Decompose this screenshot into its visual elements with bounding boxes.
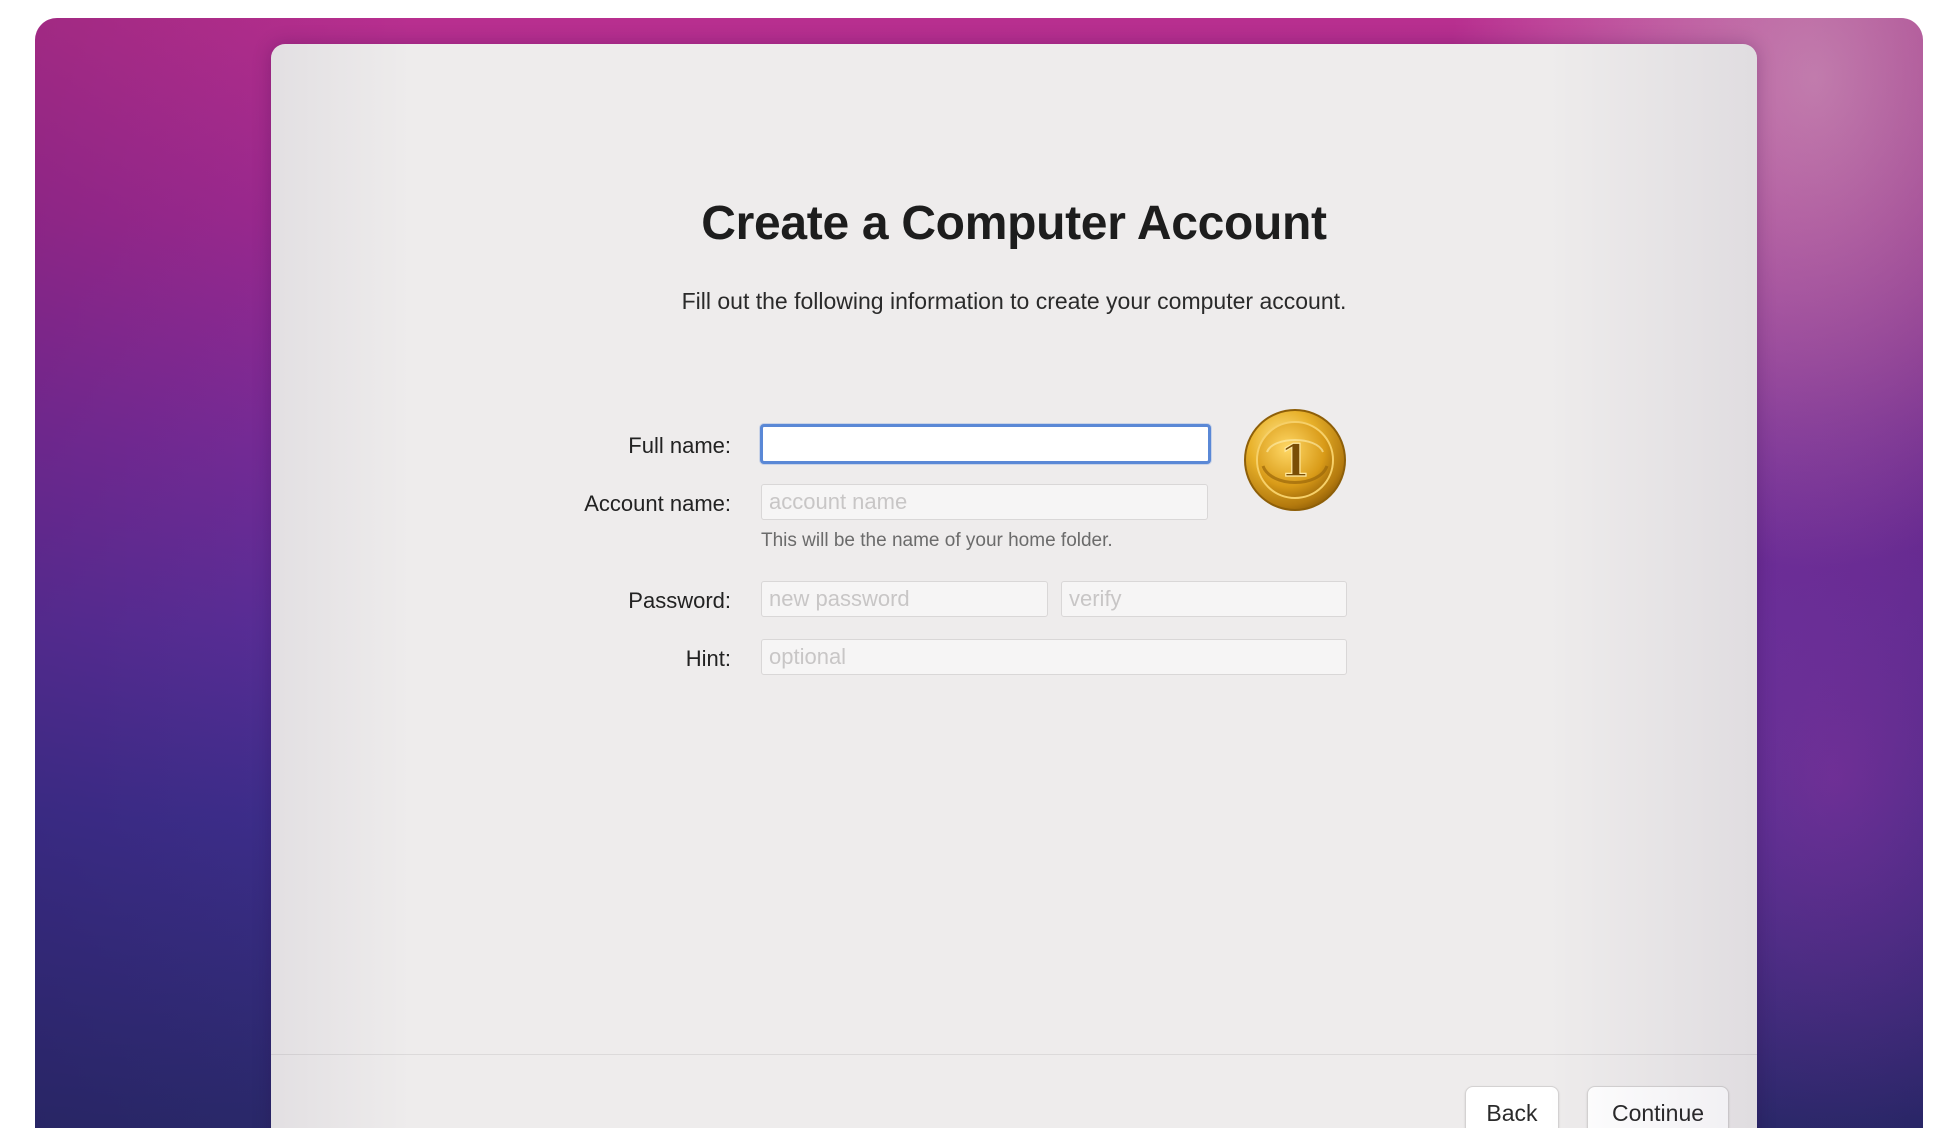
avatar-picture: 1	[1244, 409, 1346, 511]
back-button[interactable]: Back	[1465, 1086, 1559, 1128]
hint-label: Hint:	[685, 646, 731, 671]
new-password-input[interactable]	[761, 581, 1048, 617]
verify-password-input[interactable]	[1061, 581, 1347, 617]
continue-button[interactable]: Continue	[1587, 1086, 1729, 1128]
desktop-wallpaper: Create a Computer Account Fill out the f…	[35, 18, 1923, 1128]
full-name-input[interactable]	[760, 424, 1211, 464]
gold-coin-icon[interactable]: 1	[1243, 408, 1347, 512]
coin-glyph: 1	[1280, 436, 1311, 487]
account-name-input[interactable]	[761, 484, 1208, 520]
account-name-label: Account name:	[584, 491, 731, 516]
footer-divider	[271, 1054, 1757, 1055]
setup-assistant-window: Create a Computer Account Fill out the f…	[271, 44, 1757, 1128]
page-subtitle: Fill out the following information to cr…	[681, 288, 1347, 314]
password-label: Password:	[628, 588, 731, 613]
full-name-label: Full name:	[628, 433, 731, 458]
hint-input[interactable]	[761, 639, 1347, 675]
page-title: Create a Computer Account	[701, 197, 1327, 250]
account-name-help-text: This will be the name of your home folde…	[761, 530, 1113, 551]
